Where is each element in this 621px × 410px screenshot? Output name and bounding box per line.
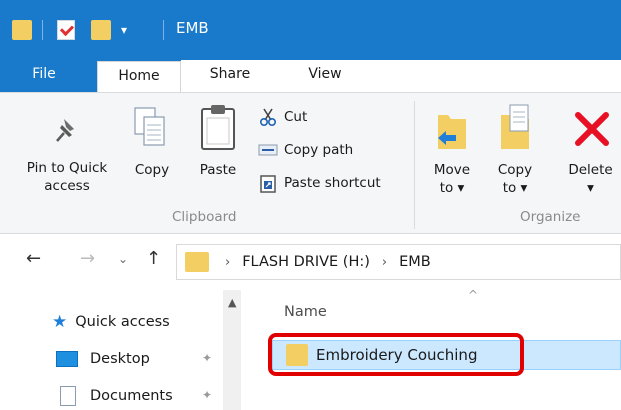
tab-file[interactable]: File (14, 60, 74, 92)
group-clipboard-label: Clipboard (172, 209, 237, 225)
group-separator (414, 101, 415, 229)
paste-button[interactable]: Paste (190, 161, 246, 179)
paste-shortcut-button[interactable]: Paste shortcut (258, 171, 381, 195)
navigation-pane: ★ Quick access Desktop ✦ Documents ✦ ▲ (0, 290, 250, 410)
properties-icon[interactable] (57, 20, 75, 40)
copy-button[interactable]: Copy (128, 161, 176, 179)
pinned-icon: ✦ (202, 351, 213, 365)
scroll-up-icon[interactable]: ▲ (228, 296, 236, 309)
new-folder-icon[interactable] (91, 20, 111, 40)
scissors-icon (259, 108, 277, 127)
address-folder-icon (185, 252, 209, 272)
ribbon-home: Pin to Quick access Copy Paste Cut Copy … (0, 92, 621, 234)
up-arrow-icon[interactable]: ↑ (146, 248, 161, 269)
quick-access-toolbar: ▾ (12, 14, 127, 46)
desktop-icon (56, 351, 78, 367)
delete-label-line2: ▾ (587, 180, 594, 196)
move-to-button[interactable]: Move to ▾ (424, 161, 480, 197)
nav-item-desktop[interactable]: Desktop ✦ (56, 347, 212, 371)
copy-path-label: Copy path (284, 142, 354, 158)
pin-label-line2: access (44, 178, 90, 194)
title-separator (163, 20, 164, 40)
pin-label-line1: Pin to Quick (26, 160, 108, 176)
documents-icon (60, 386, 76, 406)
nav-item-documents[interactable]: Documents ✦ (60, 384, 212, 408)
address-bar[interactable]: › FLASH DRIVE (H:) › EMB (176, 244, 621, 280)
navigation-bar: ← → ⌄ ↑ › FLASH DRIVE (H:) › EMB (0, 234, 621, 290)
copy-path-icon (258, 144, 278, 156)
copy-to-label-line1: Copy (497, 162, 533, 178)
nav-item-label: Quick access (75, 314, 170, 330)
toolbar-separator (42, 20, 43, 40)
pin-to-quick-access-button[interactable]: Pin to Quick access (4, 159, 130, 195)
nav-item-quick-access[interactable]: ★ Quick access (52, 310, 170, 334)
delete-icon (575, 112, 609, 146)
sort-ascending-icon: ^ (468, 288, 479, 302)
copy-to-button[interactable]: Copy to ▾ (490, 161, 540, 197)
breadcrumb-flash-drive[interactable]: FLASH DRIVE (H:) (242, 254, 370, 270)
paste-shortcut-label: Paste shortcut (284, 175, 381, 191)
recent-locations-chevron-icon[interactable]: ⌄ (118, 252, 128, 266)
delete-label-line1: Delete (568, 162, 613, 178)
star-icon: ★ (52, 312, 68, 332)
tab-home[interactable]: Home (97, 61, 181, 93)
window-title: EMB (176, 19, 209, 37)
forward-arrow-icon[interactable]: → (80, 248, 95, 269)
tab-share[interactable]: Share (190, 60, 270, 92)
move-to-label-line2: to ▾ (439, 180, 465, 196)
nav-item-label: Desktop (90, 351, 150, 367)
move-to-icon (438, 115, 466, 149)
title-bar: ▾ EMB (0, 0, 621, 60)
paste-label: Paste (199, 162, 237, 178)
cut-button[interactable]: Cut (258, 105, 307, 129)
folder-icon (12, 20, 32, 40)
copy-to-label-line2: to ▾ (502, 180, 528, 196)
copy-to-icon (501, 104, 529, 149)
tab-view[interactable]: View (270, 60, 380, 92)
column-header-name[interactable]: Name (284, 304, 327, 320)
nav-item-label: Documents (90, 388, 173, 404)
breadcrumb-emb[interactable]: EMB (399, 254, 431, 270)
back-arrow-icon[interactable]: ← (26, 248, 41, 269)
highlight-annotation (268, 333, 524, 376)
cut-label: Cut (284, 109, 308, 125)
pinned-icon: ✦ (202, 388, 213, 402)
paste-icon (201, 105, 235, 150)
copy-label: Copy (134, 162, 170, 178)
customize-toolbar-icon[interactable]: ▾ (121, 23, 127, 37)
copy-icon (134, 107, 165, 146)
paste-shortcut-icon (260, 175, 276, 193)
breadcrumb-chevron-icon[interactable]: › (225, 255, 230, 270)
delete-button[interactable]: Delete ▾ (560, 161, 621, 197)
group-organize-label: Organize (520, 209, 581, 225)
copy-path-button[interactable]: Copy path (258, 138, 353, 162)
move-to-label-line1: Move (433, 162, 471, 178)
pin-icon (56, 119, 74, 142)
breadcrumb-chevron-icon[interactable]: › (382, 255, 387, 270)
